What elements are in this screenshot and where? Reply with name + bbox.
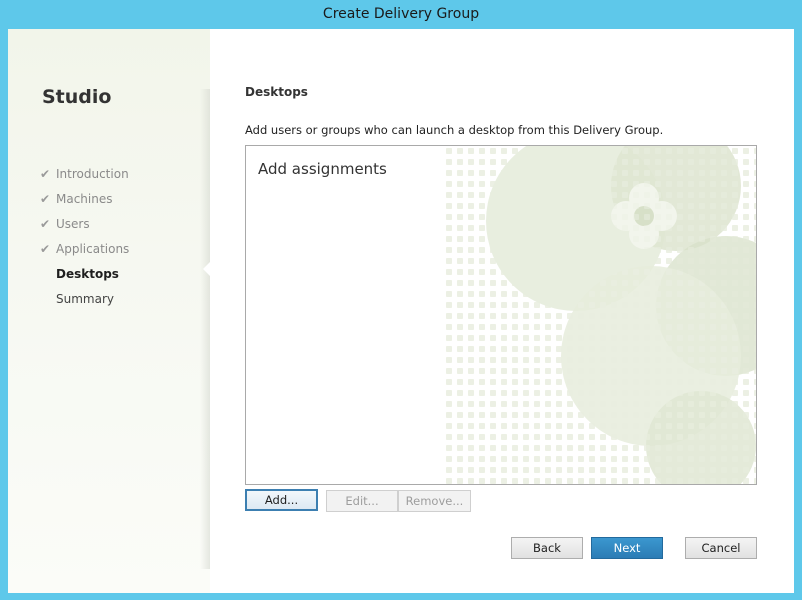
step-summary: Summary bbox=[40, 286, 129, 311]
step-users: ✔ Users bbox=[40, 211, 129, 236]
assignments-list[interactable]: Add assignments bbox=[245, 145, 757, 485]
wizard-sidebar: Studio ✔ Introduction ✔ Machines ✔ Users… bbox=[8, 29, 210, 593]
remove-assignment-button[interactable]: Remove... bbox=[398, 490, 471, 512]
step-label: Users bbox=[56, 216, 90, 231]
wizard-step-list: ✔ Introduction ✔ Machines ✔ Users ✔ Appl… bbox=[40, 161, 129, 311]
checkmark-icon: ✔ bbox=[40, 191, 51, 206]
step-applications: ✔ Applications bbox=[40, 236, 129, 261]
add-assignment-button[interactable]: Add... bbox=[245, 489, 318, 511]
checkmark-icon: ✔ bbox=[40, 241, 51, 256]
step-desktops: Desktops bbox=[40, 261, 129, 286]
step-introduction: ✔ Introduction bbox=[40, 161, 129, 186]
checkmark-icon: ✔ bbox=[40, 216, 51, 231]
page-heading: Desktops bbox=[245, 85, 308, 99]
step-label: Applications bbox=[56, 241, 130, 256]
studio-title: Studio bbox=[42, 86, 112, 108]
cancel-button[interactable]: Cancel bbox=[685, 537, 757, 559]
wizard-client-area: Studio ✔ Introduction ✔ Machines ✔ Users… bbox=[8, 29, 794, 593]
step-label: Desktops bbox=[56, 266, 119, 281]
step-label: Summary bbox=[56, 291, 114, 306]
back-button[interactable]: Back bbox=[511, 537, 583, 559]
step-label: Introduction bbox=[56, 166, 129, 181]
page-instructions: Add users or groups who can launch a des… bbox=[245, 123, 664, 137]
current-step-pointer-icon bbox=[203, 262, 210, 276]
window-title: Create Delivery Group bbox=[322, 6, 480, 22]
step-machines: ✔ Machines bbox=[40, 186, 129, 211]
sidebar-divider-shadow bbox=[200, 89, 210, 569]
step-label: Machines bbox=[56, 191, 113, 206]
citrix-watermark-icon bbox=[441, 146, 756, 484]
assignments-title: Add assignments bbox=[258, 160, 387, 178]
next-button[interactable]: Next bbox=[591, 537, 663, 559]
window-title-bar[interactable]: Create Delivery Group bbox=[0, 0, 802, 28]
edit-assignment-button[interactable]: Edit... bbox=[326, 490, 398, 512]
checkmark-icon: ✔ bbox=[40, 166, 51, 181]
